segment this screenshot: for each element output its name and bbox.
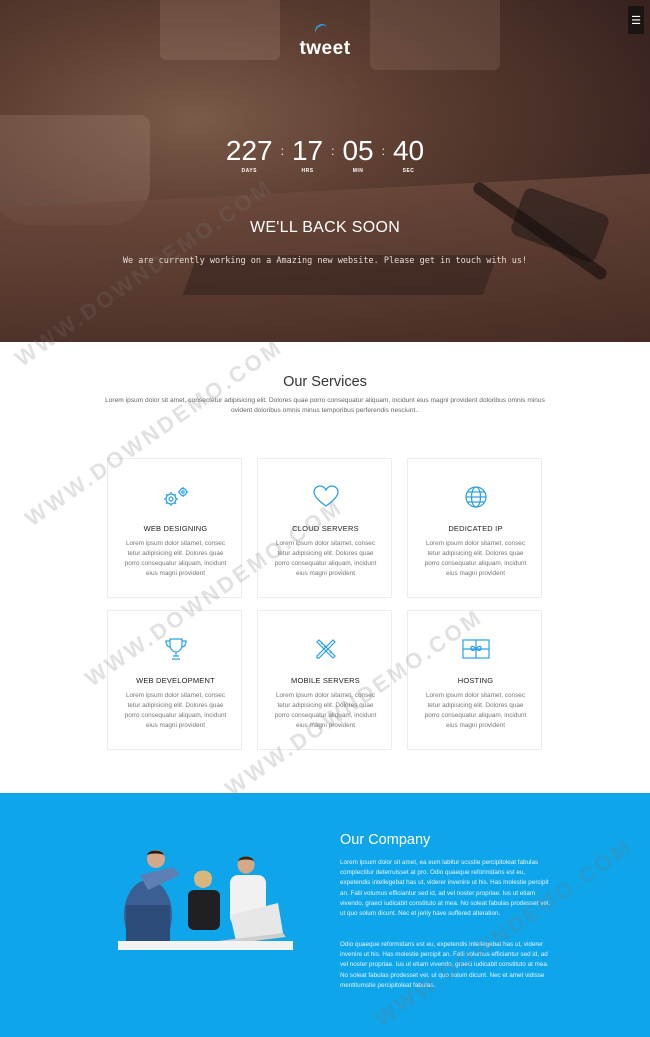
countdown-separator: : xyxy=(381,144,385,158)
company-title: Our Company xyxy=(340,832,431,848)
service-text: Lorem ipsum dolor sitamet, consec tetur … xyxy=(274,540,377,577)
menu-icon: ☰ xyxy=(631,14,641,27)
gears-icon xyxy=(108,484,243,510)
service-card[interactable]: CLOUD SERVERS Lorem ipsum dolor sitamet,… xyxy=(257,458,392,598)
countdown-hours: 17 HRS xyxy=(291,135,324,175)
service-card[interactable]: DEDICATED IP Lorem ipsum dolor sitamet, … xyxy=(407,458,542,598)
menu-button[interactable]: ☰ xyxy=(628,6,644,34)
countdown-timer: 227 DAYS : 17 HRS : 05 MIN : 40 SEC xyxy=(0,135,650,175)
countdown-separator: : xyxy=(331,144,335,158)
hero-title: WE'LL BACK SOON xyxy=(249,219,401,236)
globe-icon xyxy=(408,484,543,510)
heart-icon xyxy=(258,484,393,510)
logo-text: tweet xyxy=(299,38,351,59)
countdown-separator: : xyxy=(280,144,284,158)
countdown-minutes: 05 MIN xyxy=(342,135,374,175)
service-text: Lorem ipsum dolor sitamet, consec tetur … xyxy=(274,692,377,729)
countdown-minutes-label: MIN xyxy=(352,168,364,174)
service-card[interactable]: WEB DEVELOPMENT Lorem ipsum dolor sitame… xyxy=(107,610,242,750)
hero-section: ☰ tweet 227 DAYS : 17 HRS : 05 MIN : 40 … xyxy=(0,0,650,342)
service-text: Lorem ipsum dolor sitamet, consec tetur … xyxy=(124,540,227,577)
hero-subtitle: We are currently working on a Amazing ne… xyxy=(122,256,528,266)
gift-icon xyxy=(408,636,543,662)
trophy-icon xyxy=(108,636,243,662)
service-card[interactable]: HOSTING Lorem ipsum dolor sitamet, conse… xyxy=(407,610,542,750)
countdown-days-label: DAYS xyxy=(241,168,257,174)
service-title: WEB DESIGNING xyxy=(143,524,208,533)
service-title: MOBILE SERVERS xyxy=(291,676,360,685)
services-title: Our Services xyxy=(283,374,367,390)
business-team-image xyxy=(118,850,293,950)
service-title: CLOUD SERVERS xyxy=(292,524,359,533)
countdown-hours-label: HRS xyxy=(301,168,314,174)
service-title: WEB DEVELOPMENT xyxy=(136,676,215,685)
service-card[interactable]: MOBILE SERVERS Lorem ipsum dolor sitamet… xyxy=(257,610,392,750)
countdown-seconds: 40 SEC xyxy=(392,135,425,175)
service-card[interactable]: WEB DESIGNING Lorem ipsum dolor sitamet,… xyxy=(107,458,242,598)
service-text: Lorem ipsum dolor sitamet, consec tetur … xyxy=(124,692,227,729)
company-paragraph: Lorem ipsum dolor sit amet, ea eum labit… xyxy=(340,859,551,918)
service-text: Lorem ipsum dolor sitamet, consec tetur … xyxy=(424,540,527,577)
service-title: DEDICATED IP xyxy=(448,524,503,533)
countdown-hours-value: 17 xyxy=(291,135,324,166)
logo[interactable]: tweet xyxy=(0,21,650,60)
company-section: Our Company Lorem ipsum dolor sit amet, … xyxy=(0,793,650,1037)
services-description: Lorem ipsum dolor sit amet, consectetur … xyxy=(105,397,545,414)
pencil-ruler-icon xyxy=(258,636,393,662)
company-paragraph: Odio quaeque reformidans est eu, expeten… xyxy=(340,941,549,989)
countdown-days-value: 227 xyxy=(225,135,273,166)
countdown-days: 227 DAYS xyxy=(225,135,273,175)
countdown-seconds-label: SEC xyxy=(402,168,415,174)
service-title: HOSTING xyxy=(457,676,494,685)
service-text: Lorem ipsum dolor sitamet, consec tetur … xyxy=(424,692,527,729)
countdown-seconds-value: 40 xyxy=(392,135,425,166)
countdown-minutes-value: 05 xyxy=(342,135,374,166)
